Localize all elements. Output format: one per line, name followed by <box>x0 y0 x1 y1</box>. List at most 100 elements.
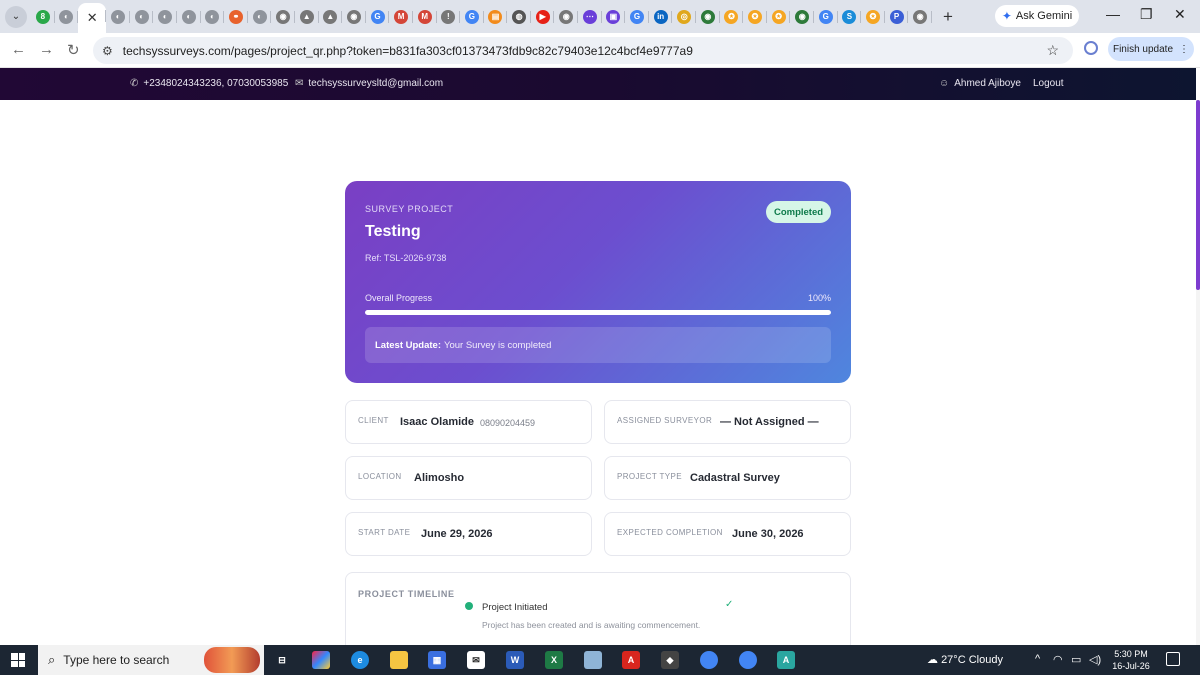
browser-tab[interactable]: ◍ <box>507 4 531 30</box>
project-summary-card: SURVEY PROJECT Testing Ref: TSL-2026-973… <box>345 181 851 383</box>
address-bar[interactable]: ⚙ techsyssurveys.com/pages/project_qr.ph… <box>93 37 1073 64</box>
browser-tab[interactable]: ◉ <box>342 4 366 30</box>
store-icon[interactable]: ▦ <box>428 651 446 669</box>
word-icon[interactable]: W <box>506 651 524 669</box>
scrollbar-thumb[interactable] <box>1196 100 1200 290</box>
timeline-dot <box>465 602 473 610</box>
browser-tab[interactable]: ◉ <box>908 4 932 30</box>
app-a-icon[interactable]: A <box>777 651 795 669</box>
user-name: Ahmed Ajiboye <box>954 78 1021 89</box>
edge-icon[interactable]: e <box>351 651 369 669</box>
tab-favicon-icon: G <box>818 9 833 24</box>
new-tab-button[interactable]: + <box>936 7 960 27</box>
reload-icon[interactable]: ↻ <box>67 41 80 59</box>
ask-gemini-button[interactable]: ✦ Ask Gemini <box>995 5 1079 27</box>
windows-start-icon[interactable] <box>11 653 25 667</box>
back-arrow-icon[interactable]: ← <box>11 41 26 58</box>
timeline-label: PROJECT TIMELINE <box>358 589 455 599</box>
tab-favicon-icon: ◍ <box>512 9 527 24</box>
browser-tab[interactable]: ✪ <box>861 4 885 30</box>
tab-favicon-icon: ✪ <box>724 9 739 24</box>
system-clock[interactable]: 5:30 PM 16-Jul-26 <box>1111 648 1151 672</box>
contact-email[interactable]: ✉ techsyssurveysltd@gmail.com <box>295 78 443 89</box>
browser-tab[interactable]: ⚭ <box>224 4 248 30</box>
browser-tab[interactable]: P <box>885 4 909 30</box>
site-top-bar: ✆ +2348024343236, 07030053985 ✉ techsyss… <box>0 68 1196 100</box>
url-text[interactable]: techsyssurveys.com/pages/project_qr.php?… <box>123 44 693 58</box>
tray-chevron-icon[interactable]: ^ <box>1035 653 1040 665</box>
browser-tab[interactable]: ⋯ <box>578 4 602 30</box>
browser-tab[interactable]: ◐ <box>177 4 201 30</box>
browser-tab[interactable]: ▶ <box>531 4 555 30</box>
browser-tab[interactable]: 8 <box>31 4 55 30</box>
project-timeline: PROJECT TIMELINE Project Initiated Proje… <box>345 572 851 652</box>
surveyor-card: ASSIGNED SURVEYOR — Not Assigned — <box>604 400 851 444</box>
browser-tab[interactable]: ◉ <box>790 4 814 30</box>
file-explorer-icon[interactable] <box>390 651 408 669</box>
copilot-icon[interactable] <box>312 651 330 669</box>
browser-tab[interactable]: S <box>838 4 862 30</box>
location-value: Alimosho <box>414 472 465 484</box>
browser-tab[interactable]: ◐ <box>201 4 225 30</box>
browser-tab[interactable]: G <box>625 4 649 30</box>
browser-tab[interactable]: ◐ <box>130 4 154 30</box>
close-window-icon[interactable]: ✕ <box>1174 6 1186 23</box>
browser-tab[interactable]: ✪ <box>743 4 767 30</box>
browser-tab[interactable]: in <box>649 4 673 30</box>
acrobat-icon[interactable]: A <box>622 651 640 669</box>
security-shield-icon[interactable]: ◆ <box>661 651 679 669</box>
chrome-icon[interactable] <box>700 651 718 669</box>
browser-tab[interactable]: ✪ <box>720 4 744 30</box>
tab-favicon-icon: ◐ <box>181 9 196 24</box>
restore-icon[interactable]: ❐ <box>1140 6 1153 23</box>
tab-favicon-icon: ◉ <box>346 9 361 24</box>
excel-icon[interactable]: X <box>545 651 563 669</box>
latest-update-box: Latest Update: Your Survey is completed <box>365 327 831 363</box>
browser-tab[interactable]: ▲ <box>319 4 343 30</box>
wifi-icon[interactable]: ◠ <box>1053 653 1063 666</box>
chrome-active-icon[interactable] <box>739 651 757 669</box>
browser-tab[interactable]: ▣ <box>602 4 626 30</box>
mail-app-icon[interactable]: ✉ <box>467 651 485 669</box>
logout-link[interactable]: Logout <box>1033 78 1064 89</box>
browser-tab[interactable]: G <box>460 4 484 30</box>
finish-update-button[interactable]: Finish update ⋮ <box>1108 37 1194 61</box>
extension-icon[interactable] <box>1084 41 1098 55</box>
browser-tab[interactable]: ◐ <box>55 4 79 30</box>
browser-tab[interactable]: ◉ <box>271 4 295 30</box>
site-settings-icon[interactable]: ⚙ <box>102 44 113 58</box>
weather-widget[interactable]: ☁ 27°C Cloudy <box>927 653 1003 666</box>
browser-tab[interactable]: ✪ <box>767 4 791 30</box>
tab-favicon-icon: G <box>370 9 385 24</box>
browser-tab[interactable]: ▤ <box>484 4 508 30</box>
battery-icon[interactable]: ▭ <box>1071 653 1081 666</box>
browser-tab[interactable]: G <box>366 4 390 30</box>
close-tab-icon[interactable]: ✕ <box>87 10 98 26</box>
taskbar-search[interactable]: ⌕ Type here to search <box>38 645 264 675</box>
browser-tab[interactable]: ◉ <box>554 4 578 30</box>
browser-tab[interactable]: ◐ <box>248 4 272 30</box>
browser-tab[interactable]: ◐ <box>106 4 130 30</box>
active-tab[interactable]: ✕ <box>78 3 107 33</box>
notes-app-icon[interactable] <box>584 651 602 669</box>
minimize-icon[interactable]: — <box>1106 6 1120 22</box>
browser-tab[interactable]: ◎ <box>672 4 696 30</box>
browser-tab[interactable]: G <box>814 4 838 30</box>
browser-tab[interactable]: M <box>389 4 413 30</box>
tab-search-chevron-icon[interactable]: ⌄ <box>5 5 27 28</box>
tab-favicon-icon: ◉ <box>276 9 291 24</box>
tab-favicon-icon: M <box>417 9 432 24</box>
mail-icon: ✉ <box>295 78 304 89</box>
volume-icon[interactable]: ◁) <box>1089 653 1101 666</box>
forward-arrow-icon[interactable]: → <box>39 41 54 58</box>
browser-tab[interactable]: ◐ <box>153 4 177 30</box>
notification-icon[interactable] <box>1166 652 1180 666</box>
browser-tab[interactable]: ! <box>437 4 461 30</box>
task-view-icon[interactable]: ⊟ <box>273 651 291 669</box>
user-account[interactable]: ☺ Ahmed Ajiboye <box>939 78 1021 89</box>
bookmark-star-icon[interactable]: ☆ <box>1046 42 1059 59</box>
browser-tab[interactable]: ▲ <box>295 4 319 30</box>
status-badge: Completed <box>766 201 831 223</box>
browser-tab[interactable]: ◉ <box>696 4 720 30</box>
browser-tab[interactable]: M <box>413 4 437 30</box>
